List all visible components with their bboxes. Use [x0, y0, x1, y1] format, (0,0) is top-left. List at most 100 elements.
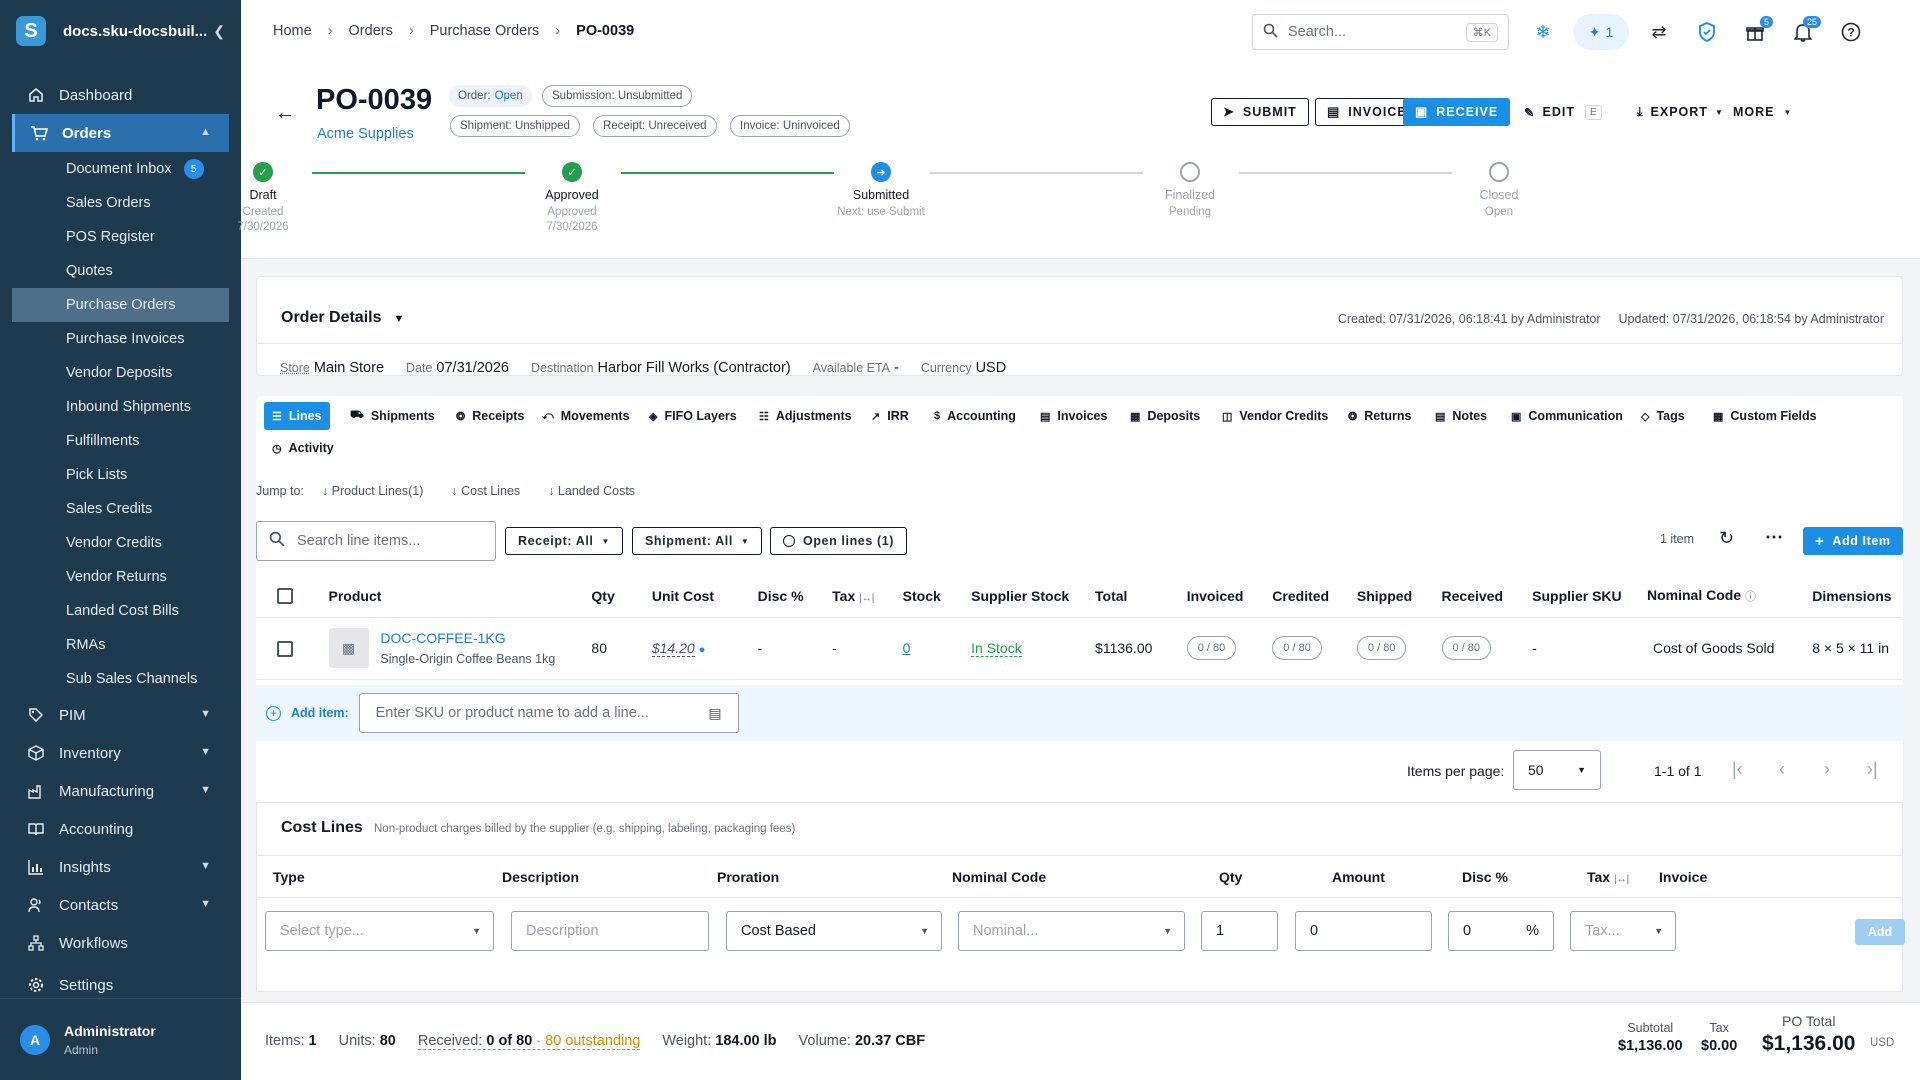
line-search-input[interactable]: Search line items...: [256, 521, 496, 561]
cost-disc-input[interactable]: 0%: [1448, 911, 1554, 951]
col-stock[interactable]: Stock: [902, 575, 972, 618]
vendor-link[interactable]: Acme Supplies: [317, 126, 414, 142]
col-supplier-sku[interactable]: Supplier SKU: [1532, 575, 1647, 618]
shipment-filter[interactable]: Shipment: All ▼: [632, 527, 763, 555]
back-arrow-icon[interactable]: ←: [275, 102, 295, 125]
col-qty[interactable]: Qty: [591, 575, 652, 618]
jump-landed-costs[interactable]: ↓ Landed Costs: [548, 484, 635, 498]
sidebar-sub-vendor-credits[interactable]: Vendor Credits: [0, 526, 241, 560]
sidebar-sub-vendor-deposits[interactable]: Vendor Deposits: [0, 356, 241, 390]
sidebar-item-workflows[interactable]: Workflows: [0, 924, 241, 962]
tab-accounting[interactable]: $ Accounting: [926, 402, 1024, 430]
col-received[interactable]: Received: [1441, 575, 1533, 618]
sidebar-item-contacts[interactable]: Contacts ▼: [0, 886, 241, 924]
sidebar-sub-pick-lists[interactable]: Pick Lists: [0, 458, 241, 492]
prev-page-icon[interactable]: ‹: [1779, 759, 1785, 780]
sidebar-item-accounting[interactable]: Accounting: [0, 810, 241, 848]
more-button[interactable]: MORE ▼: [1733, 98, 1792, 126]
sidebar-item-pim[interactable]: PIM ▼: [0, 696, 241, 734]
snowflake-icon[interactable]: ❄: [1525, 14, 1561, 50]
submit-button[interactable]: ➤ SUBMIT: [1211, 98, 1309, 126]
sidebar-sub-quotes[interactable]: Quotes: [0, 254, 241, 288]
row-checkbox[interactable]: [277, 640, 293, 657]
first-page-icon[interactable]: |‹: [1732, 759, 1743, 780]
sidebar-sub-purchase-invoices[interactable]: Purchase Invoices: [0, 322, 241, 356]
help-icon[interactable]: ?: [1833, 14, 1869, 50]
supplier-sku-cell[interactable]: -: [1532, 617, 1647, 680]
jump-cost-lines[interactable]: ↓ Cost Lines: [451, 484, 520, 498]
user-profile[interactable]: A Administrator Admin: [0, 998, 241, 1080]
tab-lines[interactable]: ☰ Lines: [264, 402, 330, 430]
unit-cost-cell[interactable]: $14.20 ●: [651, 617, 758, 680]
sidebar-sub-purchase-orders[interactable]: Purchase Orders: [12, 288, 229, 322]
breadcrumb-home[interactable]: Home: [273, 23, 312, 39]
currency-field[interactable]: Currency USD: [921, 360, 1006, 376]
breadcrumb-purchase-orders[interactable]: Purchase Orders: [430, 23, 540, 39]
tab-activity[interactable]: ◷ Activity: [264, 434, 342, 462]
sidebar-item-orders[interactable]: Orders ▲: [12, 114, 229, 152]
col-tax[interactable]: Tax |↔|: [832, 575, 903, 618]
next-page-icon[interactable]: ›: [1824, 759, 1830, 780]
store-field[interactable]: Store Main Store: [280, 360, 384, 376]
received-stat[interactable]: Received: 0 of 80 · 80 outstanding: [417, 1033, 641, 1050]
sidebar-sub-sales-credits[interactable]: Sales Credits: [0, 492, 241, 526]
switch-icon[interactable]: ⇄: [1641, 14, 1677, 50]
browse-catalog-icon[interactable]: ▤: [708, 705, 721, 722]
breadcrumb-orders[interactable]: Orders: [349, 23, 393, 39]
qty-cell[interactable]: 80: [591, 617, 652, 680]
sidebar-sub-fulfillments[interactable]: Fulfillments: [0, 424, 241, 458]
sidebar-sub-landed-cost-bills[interactable]: Landed Cost Bills: [0, 594, 241, 628]
cost-type-select[interactable]: Select type... ▼: [265, 911, 494, 951]
tax-cell[interactable]: -: [832, 617, 903, 680]
shield-icon[interactable]: [1689, 14, 1725, 50]
last-page-icon[interactable]: ›|: [1867, 759, 1878, 780]
refresh-icon[interactable]: ↻: [1719, 528, 1734, 549]
more-options-icon[interactable]: ⋯: [1765, 527, 1783, 548]
col-unit-cost[interactable]: Unit Cost: [651, 575, 758, 618]
col-total[interactable]: Total: [1095, 575, 1187, 618]
cost-qty-input[interactable]: 1: [1201, 911, 1278, 951]
sidebar-item-inventory[interactable]: Inventory ▼: [0, 734, 241, 772]
gift-icon[interactable]: 5: [1737, 14, 1773, 50]
tab-receipts[interactable]: ❂ Receipts: [448, 402, 532, 430]
col-shipped[interactable]: Shipped: [1356, 575, 1442, 618]
sidebar-item-insights[interactable]: Insights ▼: [0, 848, 241, 886]
tab-adjustments[interactable]: ☷ Adjustments: [751, 402, 860, 430]
tab-irr[interactable]: ↗ IRR: [863, 402, 917, 430]
sidebar-sub-vendor-returns[interactable]: Vendor Returns: [0, 560, 241, 594]
receive-button[interactable]: ▣ RECEIVE: [1403, 98, 1511, 126]
col-product[interactable]: Product: [328, 575, 592, 618]
tab-invoices[interactable]: ▤ Invoices: [1032, 402, 1115, 430]
edit-button[interactable]: ✎ EDIT E: [1524, 98, 1602, 126]
product-sku-link[interactable]: DOC-COFFEE-1KG: [380, 630, 555, 646]
tab-notes[interactable]: ▤ Notes: [1427, 402, 1495, 430]
sidebar-sub-rmas[interactable]: RMAs: [0, 628, 241, 662]
nominal-cell[interactable]: Cost of Goods Sold: [1647, 617, 1813, 680]
cost-description-input[interactable]: Description: [511, 911, 709, 951]
select-all-checkbox[interactable]: [277, 588, 293, 605]
app-logo[interactable]: S: [16, 16, 46, 46]
add-cost-line-button[interactable]: Add: [1855, 919, 1905, 945]
tab-movements[interactable]: ⤺ Movements: [534, 402, 638, 430]
receipt-filter[interactable]: Receipt: All ▼: [505, 527, 624, 555]
tab-fifo-layers[interactable]: ◈ FIFO Layers: [641, 402, 745, 430]
col-nominal-code[interactable]: Nominal Code ⓘ: [1647, 575, 1813, 618]
tab-vendor-credits[interactable]: ◫ Vendor Credits: [1214, 402, 1336, 430]
sidebar-sub-sub-sales-channels[interactable]: Sub Sales Channels: [0, 662, 241, 696]
sidebar-item-manufacturing[interactable]: Manufacturing ▼: [0, 772, 241, 810]
add-item-button[interactable]: + Add Item: [1803, 527, 1903, 555]
date-field[interactable]: Date 07/31/2026: [406, 360, 509, 376]
tab-returns[interactable]: ❂ Returns: [1340, 402, 1419, 430]
disc-cell[interactable]: -: [757, 617, 833, 680]
sidebar-item-dashboard[interactable]: Dashboard: [0, 76, 241, 114]
stock-link[interactable]: 0: [903, 640, 911, 656]
tab-communication[interactable]: ▣ Communication: [1503, 402, 1631, 430]
col-dimensions[interactable]: Dimensions: [1812, 575, 1903, 618]
cost-tax-select[interactable]: Tax... ▼: [1570, 911, 1676, 951]
destination-field[interactable]: Destination Harbor Fill Works (Contractor…: [531, 360, 791, 376]
tab-custom-fields[interactable]: ▦ Custom Fields: [1705, 402, 1825, 430]
col-supplier-stock[interactable]: Supplier Stock: [971, 575, 1096, 618]
tab-deposits[interactable]: ▦ Deposits: [1122, 402, 1208, 430]
jump-product-lines[interactable]: ↓ Product Lines(1): [322, 484, 423, 498]
table-row[interactable]: ▩ DOC-COFFEE-1KG Single-Origin Coffee Be…: [256, 617, 1903, 680]
